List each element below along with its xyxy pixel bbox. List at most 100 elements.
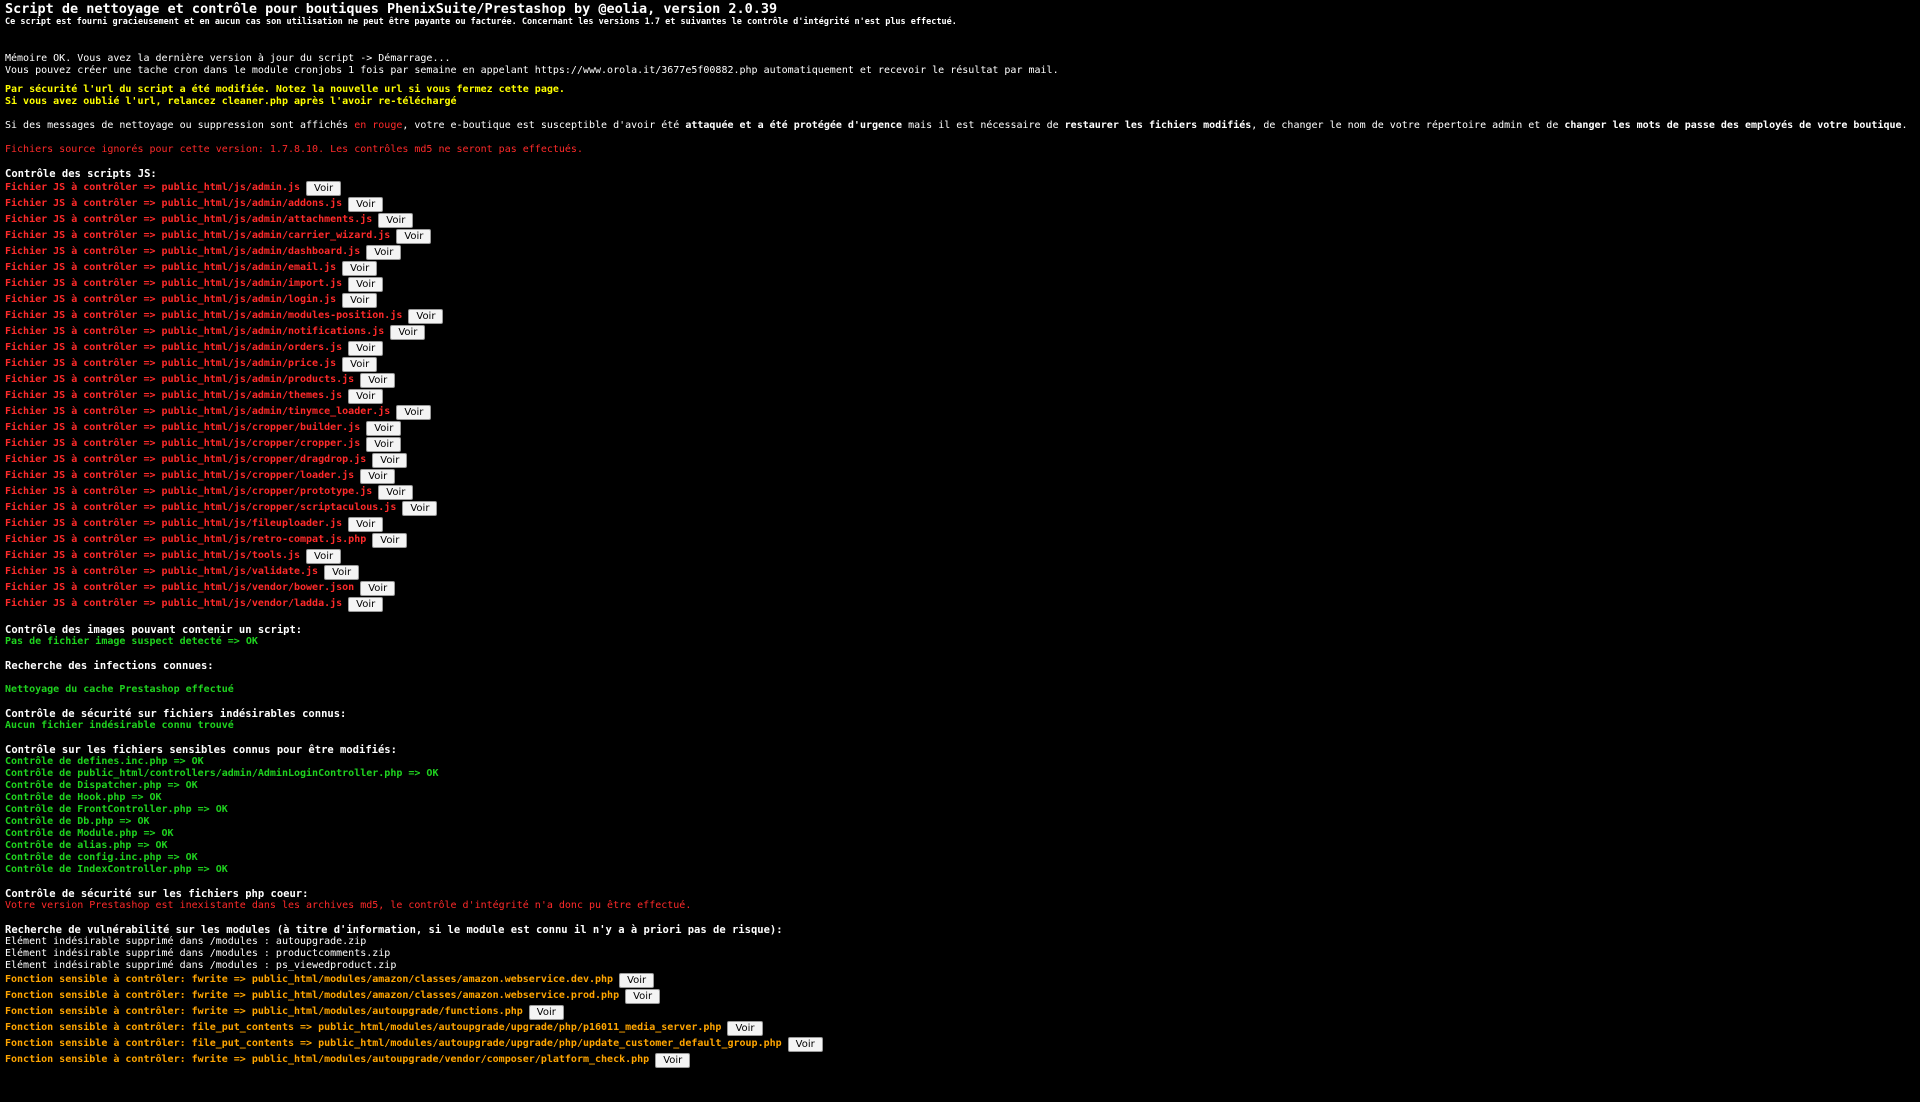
file-path: public_html/js/admin/email.js: [161, 262, 337, 273]
file-prefix: Fichier JS à contrôler =>: [5, 246, 162, 257]
voir-button[interactable]: Voir: [402, 500, 438, 516]
images-section-title: Contrôle des images pouvant contenir un …: [5, 624, 303, 636]
js-file-row: Fichier JS à contrôler => public_html/js…: [5, 324, 1910, 340]
sensitive-file-row: Contrôle de config.inc.php => OK: [5, 852, 1910, 864]
voir-button[interactable]: Voir: [619, 972, 655, 988]
js-file-text: Fichier JS à contrôler => public_html/js…: [5, 598, 342, 610]
sensitive-function-row: Fonction sensible à contrôler: fwrite =>…: [5, 988, 1910, 1004]
voir-button[interactable]: Voir: [372, 452, 408, 468]
file-path: public_html/js/cropper/prototype.js: [161, 486, 373, 497]
js-file-row: Fichier JS à contrôler => public_html/js…: [5, 564, 1910, 580]
js-file-text: Fichier JS à contrôler => public_html/js…: [5, 406, 390, 418]
js-file-text: Fichier JS à contrôler => public_html/js…: [5, 198, 342, 210]
file-path: public_html/js/validate.js: [161, 566, 319, 577]
voir-button[interactable]: Voir: [366, 436, 402, 452]
cron-info-line: Vous pouvez créer une tache cron dans le…: [5, 65, 1059, 76]
voir-button[interactable]: Voir: [306, 548, 342, 564]
js-section-title: Contrôle des scripts JS:: [5, 168, 157, 180]
file-prefix: Fichier JS à contrôler =>: [5, 182, 162, 193]
js-file-text: Fichier JS à contrôler => public_html/js…: [5, 438, 360, 450]
voir-button[interactable]: Voir: [408, 308, 444, 324]
file-prefix: Fichier JS à contrôler =>: [5, 358, 162, 369]
core-section-result: Votre version Prestashop est inexistante…: [5, 900, 692, 911]
js-file-row: Fichier JS à contrôler => public_html/js…: [5, 420, 1910, 436]
voir-button[interactable]: Voir: [625, 988, 661, 1004]
sensitive-file-text: Contrôle de Dispatcher.php => OK: [5, 780, 198, 791]
voir-button[interactable]: Voir: [528, 1004, 564, 1020]
file-prefix: Fichier JS à contrôler =>: [5, 198, 162, 209]
sensitive-function-text: Fonction sensible à contrôler: fwrite =>…: [5, 990, 620, 1001]
sensitive-file-row: Contrôle de Dispatcher.php => OK: [5, 780, 1910, 792]
warning-text-part: , votre e-boutique est susceptible d'avo…: [402, 120, 686, 131]
warning-text-part: mais il est nécessaire de: [902, 120, 1065, 131]
js-file-row: Fichier JS à contrôler => public_html/js…: [5, 516, 1910, 532]
file-path: public_html/js/admin/modules-position.js: [161, 310, 403, 321]
voir-button[interactable]: Voir: [366, 244, 402, 260]
js-file-text: Fichier JS à contrôler => public_html/js…: [5, 582, 354, 594]
js-file-row: Fichier JS à contrôler => public_html/js…: [5, 260, 1910, 276]
voir-button[interactable]: Voir: [348, 516, 384, 532]
removed-element-row: Elément indésirable supprimé dans /modul…: [5, 948, 1910, 960]
voir-button[interactable]: Voir: [324, 564, 360, 580]
voir-button[interactable]: Voir: [360, 372, 396, 388]
undesirable-section-title: Contrôle de sécurité sur fichiers indési…: [5, 708, 347, 720]
voir-button[interactable]: Voir: [787, 1036, 823, 1052]
voir-button[interactable]: Voir: [366, 420, 402, 436]
warning-bold-text: changer les mots de passe des employés d…: [1564, 120, 1902, 131]
file-path: public_html/js/cropper/scriptaculous.js: [161, 502, 397, 513]
file-path: public_html/js/cropper/builder.js: [161, 422, 361, 433]
file-path: public_html/js/admin/orders.js: [161, 342, 343, 353]
file-path: public_html/js/admin/import.js: [161, 278, 343, 289]
voir-button[interactable]: Voir: [378, 212, 414, 228]
file-path: public_html/js/cropper/cropper.js: [161, 438, 361, 449]
js-file-text: Fichier JS à contrôler => public_html/js…: [5, 342, 342, 354]
sensitive-file-text: Contrôle de public_html/controllers/admi…: [5, 768, 439, 779]
voir-button[interactable]: Voir: [348, 276, 384, 292]
file-prefix: Fichier JS à contrôler =>: [5, 502, 162, 513]
removed-elements-list: Elément indésirable supprimé dans /modul…: [5, 936, 1910, 972]
file-prefix: Fichier JS à contrôler =>: [5, 390, 162, 401]
voir-button[interactable]: Voir: [360, 580, 396, 596]
file-path: public_html/js/admin/price.js: [161, 358, 337, 369]
voir-button[interactable]: Voir: [390, 324, 426, 340]
voir-button[interactable]: Voir: [727, 1020, 763, 1036]
voir-button[interactable]: Voir: [342, 292, 378, 308]
warning-paragraph: Si des messages de nettoyage ou suppress…: [5, 120, 1910, 132]
voir-button[interactable]: Voir: [348, 388, 384, 404]
voir-button[interactable]: Voir: [348, 596, 384, 612]
voir-button[interactable]: Voir: [396, 404, 432, 420]
file-prefix: Fichier JS à contrôler =>: [5, 534, 162, 545]
warning-text-part: , de changer le nom de votre répertoire …: [1251, 120, 1565, 131]
removed-element-row: Elément indésirable supprimé dans /modul…: [5, 936, 1910, 948]
sensitive-function-row: Fonction sensible à contrôler: file_put_…: [5, 1020, 1910, 1036]
voir-button[interactable]: Voir: [342, 356, 378, 372]
warning-bold-text: restaurer les fichiers modifiés: [1064, 120, 1252, 131]
voir-button[interactable]: Voir: [378, 484, 414, 500]
file-prefix: Fichier JS à contrôler =>: [5, 310, 162, 321]
voir-button[interactable]: Voir: [396, 228, 432, 244]
voir-button[interactable]: Voir: [372, 532, 408, 548]
js-file-row: Fichier JS à contrôler => public_html/js…: [5, 244, 1910, 260]
voir-button[interactable]: Voir: [348, 340, 384, 356]
core-section-title: Contrôle de sécurité sur les fichiers ph…: [5, 888, 309, 900]
file-path: public_html/js/admin/login.js: [161, 294, 337, 305]
security-notice-line-2: Si vous avez oublié l'url, relancez clea…: [5, 96, 457, 107]
sensitive-file-row: Contrôle de FrontController.php => OK: [5, 804, 1910, 816]
js-file-row: Fichier JS à contrôler => public_html/js…: [5, 580, 1910, 596]
sensitive-file-row: Contrôle de IndexController.php => OK: [5, 864, 1910, 876]
sensitive-file-text: Contrôle de Db.php => OK: [5, 816, 150, 827]
modules-section-title: Recherche de vulnérabilité sur les modul…: [5, 924, 783, 936]
voir-button[interactable]: Voir: [360, 468, 396, 484]
sensitive-file-row: Contrôle de alias.php => OK: [5, 840, 1910, 852]
file-path: public_html/js/admin/dashboard.js: [161, 246, 361, 257]
js-file-row: Fichier JS à contrôler => public_html/js…: [5, 308, 1910, 324]
voir-button[interactable]: Voir: [342, 260, 378, 276]
js-file-text: Fichier JS à contrôler => public_html/js…: [5, 550, 300, 562]
voir-button[interactable]: Voir: [655, 1052, 691, 1068]
sensitive-function-row: Fonction sensible à contrôler: fwrite =>…: [5, 1004, 1910, 1020]
js-file-text: Fichier JS à contrôler => public_html/js…: [5, 534, 366, 546]
voir-button[interactable]: Voir: [348, 196, 384, 212]
js-file-text: Fichier JS à contrôler => public_html/js…: [5, 230, 390, 242]
voir-button[interactable]: Voir: [306, 180, 342, 196]
file-path: public_html/js/admin/attachments.js: [161, 214, 373, 225]
